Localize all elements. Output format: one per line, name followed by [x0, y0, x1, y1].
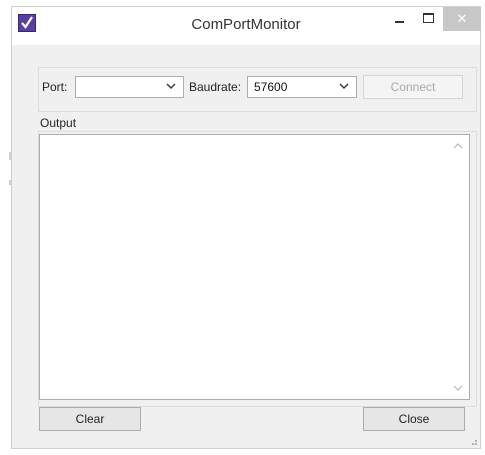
baudrate-select[interactable]: 57600 [247, 76, 357, 98]
port-label: Port: [42, 80, 68, 94]
close-window-button[interactable]: ✕ [443, 7, 481, 31]
clear-button[interactable]: Clear [39, 407, 141, 431]
comportmonitor-window: ComPortMonitor ✕ Port: Baudrate: 57600 C… [11, 6, 481, 449]
baudrate-label: Baudrate: [189, 80, 242, 94]
close-icon: ✕ [456, 11, 468, 26]
chevron-down-icon [339, 83, 349, 89]
chevron-down-icon [166, 83, 176, 89]
close-button[interactable]: Close [363, 407, 465, 431]
output-textarea[interactable] [39, 134, 470, 400]
baudrate-select-value: 57600 [254, 80, 288, 94]
minimize-icon[interactable] [386, 7, 412, 31]
output-legend: Output [39, 116, 78, 130]
resize-grip-icon[interactable] [468, 436, 478, 446]
title-bar[interactable]: ComPortMonitor ✕ [12, 7, 481, 45]
scroll-up-icon[interactable] [453, 141, 463, 151]
connect-button[interactable]: Connect [363, 75, 463, 99]
maximize-icon[interactable] [416, 7, 442, 31]
port-select[interactable] [75, 76, 184, 98]
scroll-down-icon[interactable] [453, 383, 463, 393]
